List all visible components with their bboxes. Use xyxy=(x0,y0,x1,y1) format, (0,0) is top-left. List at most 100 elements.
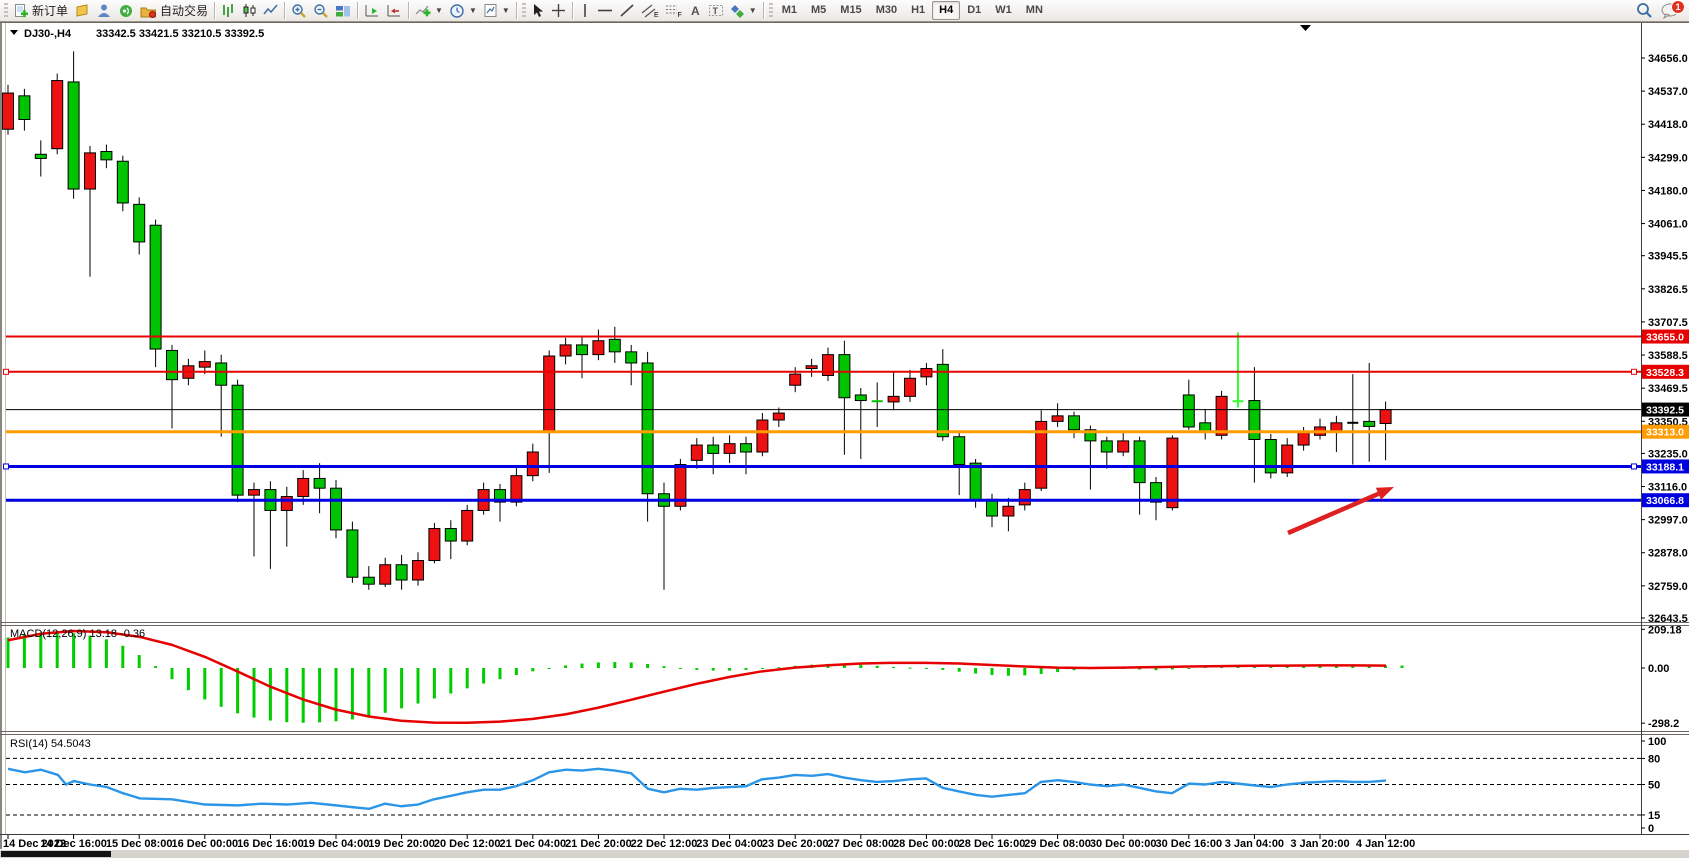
svg-text:T: T xyxy=(712,6,718,16)
macd-histogram-bar xyxy=(581,664,584,668)
scrollbar-thumb[interactable] xyxy=(1,851,111,857)
macd-histogram-bar xyxy=(909,668,912,669)
vertical-line-button[interactable] xyxy=(576,1,594,20)
rsi-tick-label: 50 xyxy=(1648,780,1660,792)
candle-body xyxy=(101,151,112,159)
auto-scroll-button[interactable] xyxy=(361,1,383,20)
panel-collapse-icon[interactable] xyxy=(1300,25,1311,31)
candlestick-chart-button[interactable] xyxy=(239,1,260,20)
time-tick-label: 3 Jan 04:00 xyxy=(1225,838,1284,850)
arrows-shapes-button[interactable]: ▼ xyxy=(727,1,760,20)
rsi-line xyxy=(8,769,1386,809)
zoom-out-button[interactable] xyxy=(310,1,332,20)
symbol-dropdown-icon[interactable] xyxy=(10,30,18,35)
candle-body xyxy=(117,161,128,203)
hline-handle[interactable] xyxy=(4,369,9,374)
candle-body xyxy=(741,444,752,452)
toolbar-grip[interactable] xyxy=(769,3,773,18)
macd-histogram-bar xyxy=(925,668,928,669)
toolbar-grip[interactable] xyxy=(522,3,526,18)
macd-histogram-bar xyxy=(728,668,731,671)
candle-body xyxy=(790,374,801,385)
fibonacci-icon: F xyxy=(665,3,683,18)
time-tick-label: 28 Dec 00:00 xyxy=(893,838,960,850)
timeframe-m1[interactable]: M1 xyxy=(775,1,804,20)
candle-body xyxy=(593,341,604,355)
macd-label: MACD(12,26,9) 13.18 -0.36 xyxy=(10,628,145,640)
line-chart-button[interactable] xyxy=(260,1,281,20)
toolbar-grip[interactable] xyxy=(4,3,8,18)
macd-histogram-bar xyxy=(761,668,764,669)
macd-histogram-bar xyxy=(154,666,157,668)
new-order-button[interactable]: 新订单 xyxy=(10,1,71,20)
chart-shift-button[interactable] xyxy=(383,1,405,20)
time-tick-label: 27 Dec 08:00 xyxy=(827,838,894,850)
tile-windows-button[interactable] xyxy=(332,1,354,20)
zoom-in-icon xyxy=(291,3,307,19)
timeframe-d1[interactable]: D1 xyxy=(960,1,988,20)
arrow-annotation-head[interactable] xyxy=(1376,487,1394,500)
macd-tick-label: 209.18 xyxy=(1648,624,1682,636)
hline-handle[interactable] xyxy=(4,464,9,469)
candle-body xyxy=(642,363,653,494)
new-order-icon xyxy=(13,3,29,19)
zoom-in-button[interactable] xyxy=(288,1,310,20)
time-tick-label: 29 Dec 08:00 xyxy=(1024,838,1091,850)
dropdown-arrow-icon: ▼ xyxy=(502,6,510,15)
indicators-button[interactable]: ▼ xyxy=(412,1,446,20)
dropdown-arrow-icon: ▼ xyxy=(469,6,477,15)
rsi-pane: 1008050150 xyxy=(6,736,1666,835)
svg-text:E: E xyxy=(654,12,659,18)
notifications-button[interactable]: 1 xyxy=(1661,3,1679,19)
timeframe-h1[interactable]: H1 xyxy=(904,1,932,20)
trendline-button[interactable] xyxy=(616,1,638,20)
text-label-button[interactable]: T xyxy=(705,1,727,20)
market-button[interactable] xyxy=(93,1,115,20)
hline-handle[interactable] xyxy=(1632,464,1637,469)
bar-chart-button[interactable] xyxy=(218,1,239,20)
macd-histogram-bar xyxy=(613,662,616,668)
timeframe-m5[interactable]: M5 xyxy=(804,1,833,20)
chart-canvas[interactable]: 34656.034537.034418.034299.034180.034061… xyxy=(0,0,1689,858)
equidistant-channel-button[interactable]: E xyxy=(638,1,662,20)
price-tick-label: 34061.0 xyxy=(1648,219,1688,231)
candle-body xyxy=(167,350,178,379)
timeframe-h4[interactable]: H4 xyxy=(932,1,960,20)
search-icon[interactable] xyxy=(1636,2,1653,19)
candle-body xyxy=(1216,396,1227,435)
timeframe-w1[interactable]: W1 xyxy=(988,1,1019,20)
timeframe-mn[interactable]: MN xyxy=(1019,1,1050,20)
time-tick-label: 30 Dec 00:00 xyxy=(1090,838,1157,850)
text-a-icon: A xyxy=(689,3,702,18)
candle-body xyxy=(363,577,374,584)
macd-histogram-bar xyxy=(466,668,469,688)
macd-histogram-bar xyxy=(318,668,321,722)
macd-histogram-bar xyxy=(449,668,452,694)
candle-body xyxy=(527,452,538,476)
periods-button[interactable]: ▼ xyxy=(446,1,480,20)
crosshair-button[interactable] xyxy=(548,1,569,20)
horizontal-line-button[interactable] xyxy=(594,1,616,20)
signals-button[interactable] xyxy=(115,1,137,20)
candlestick-chart-icon xyxy=(242,3,257,18)
autotrading-button[interactable]: 自动交易 xyxy=(137,1,211,20)
candle-body xyxy=(1364,421,1375,426)
time-tick-label: 23 Dec 20:00 xyxy=(762,838,829,850)
text-button[interactable]: A xyxy=(686,1,705,20)
fibonacci-button[interactable]: F xyxy=(662,1,686,20)
hline-handle[interactable] xyxy=(1632,369,1637,374)
time-tick-label: 14 Dec 16:00 xyxy=(40,838,107,850)
profiles-button[interactable] xyxy=(71,1,93,20)
candle-body xyxy=(331,488,342,530)
timeframe-m15[interactable]: M15 xyxy=(833,1,868,20)
candle-body xyxy=(462,510,473,541)
templates-button[interactable]: ▼ xyxy=(480,1,513,20)
cursor-button[interactable] xyxy=(528,1,548,20)
timeframe-m30[interactable]: M30 xyxy=(869,1,904,20)
candle-body xyxy=(216,363,227,385)
macd-histogram-bar xyxy=(974,668,977,674)
price-tick-label: 34656.0 xyxy=(1648,53,1688,65)
price-tick-label: 33826.5 xyxy=(1648,284,1688,296)
candle-body xyxy=(626,352,637,363)
macd-histogram-bar xyxy=(121,646,124,668)
